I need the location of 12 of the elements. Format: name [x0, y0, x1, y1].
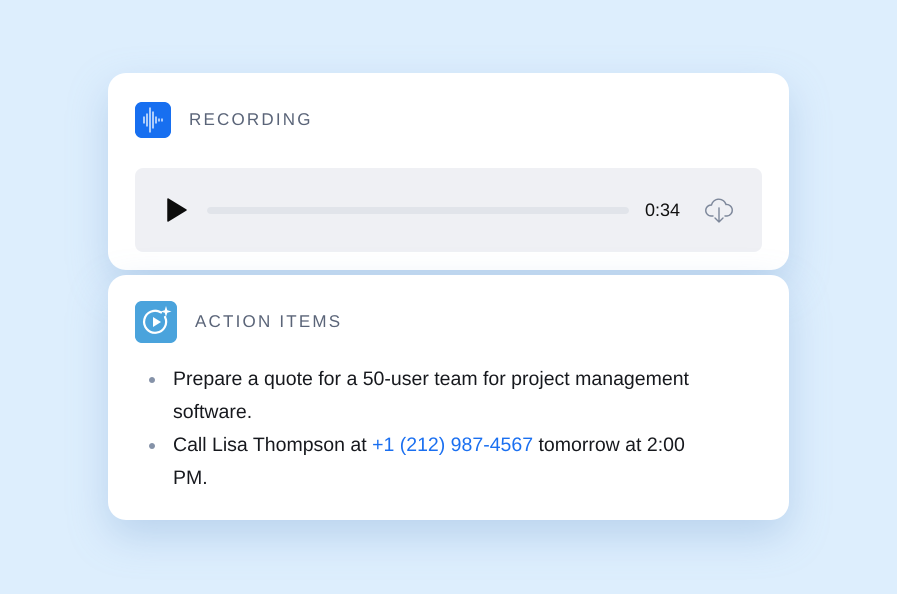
bullet-dot	[149, 377, 155, 383]
sparkle-play-icon	[135, 301, 177, 343]
play-icon[interactable]	[167, 198, 187, 222]
download-icon[interactable]	[704, 196, 734, 224]
duration-text: 0:34	[644, 198, 680, 222]
section-title: RECORDING	[189, 109, 313, 132]
bullet-dot	[149, 443, 155, 449]
waveform-icon	[135, 102, 171, 138]
action-item-text: Prepare a quote for a 50-user team for project management software.	[173, 367, 690, 425]
section-title: ACTION ITEMS	[195, 311, 342, 334]
action-item-text: Call Lisa Thompson at +1 (212) 987-4567 tomorrow at 2:00 PM.	[173, 433, 686, 491]
phone-link[interactable]: +1 (212) 987-4567	[372, 434, 534, 456]
